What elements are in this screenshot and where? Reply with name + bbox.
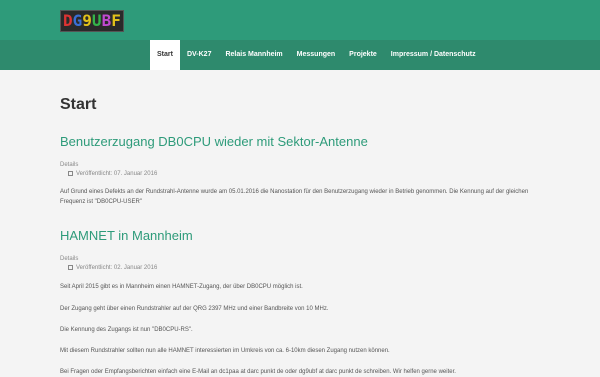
site-logo[interactable]: DG9UBF — [60, 10, 124, 32]
article-details-label: Details — [60, 162, 79, 168]
nav-item-projekte[interactable]: Projekte — [342, 40, 384, 70]
article-paragraph: Die Kennung des Zugangs ist nun "DB0CPU-… — [60, 327, 193, 333]
main-navbar: Start DV-K27 Relais Mannheim Messungen P… — [0, 40, 600, 70]
nav-item-start[interactable]: Start — [150, 40, 180, 70]
calendar-icon — [68, 171, 73, 176]
nav-item-impressum[interactable]: Impressum / Datenschutz — [384, 40, 483, 70]
article-title[interactable]: Benutzerzugang DB0CPU wieder mit Sektor-… — [60, 134, 368, 149]
article-paragraph: Der Zugang geht über einen Rundstrahler … — [60, 306, 329, 312]
article-details-label: Details — [60, 256, 79, 262]
article-title[interactable]: HAMNET in Mannheim — [60, 228, 193, 243]
page-title: Start — [60, 96, 97, 113]
nav-item-dv-k27[interactable]: DV-K27 — [180, 40, 219, 70]
published-text: Veröffentlicht: 02. Januar 2016 — [76, 265, 158, 271]
logo-letter: F — [111, 11, 121, 30]
site-header: DG9UBF — [0, 0, 600, 40]
article-paragraph: Mit diesem Rundstrahler sollten nun alle… — [60, 348, 390, 354]
nav-item-relais-mannheim[interactable]: Relais Mannheim — [218, 40, 289, 70]
logo-letter: D — [63, 11, 73, 30]
main-nav: Start DV-K27 Relais Mannheim Messungen P… — [150, 40, 483, 70]
article-published-date: Veröffentlicht: 02. Januar 2016 — [68, 265, 157, 271]
article-paragraph: Bei Fragen oder Empfangsberichten einfac… — [60, 369, 456, 375]
article-published-date: Veröffentlicht: 07. Januar 2016 — [68, 171, 157, 177]
published-text: Veröffentlicht: 07. Januar 2016 — [76, 171, 158, 177]
logo-letter: G — [72, 11, 83, 30]
nav-item-messungen[interactable]: Messungen — [290, 40, 343, 70]
calendar-icon — [68, 265, 73, 270]
article-paragraph: Auf Grund eines Defekts an der Rundstrah… — [60, 189, 529, 205]
logo-letter: U — [91, 11, 102, 30]
logo-letter: 9 — [82, 11, 92, 30]
logo-letter: B — [101, 11, 112, 30]
article-paragraph: Seit April 2015 gibt es in Mannheim eine… — [60, 284, 303, 290]
